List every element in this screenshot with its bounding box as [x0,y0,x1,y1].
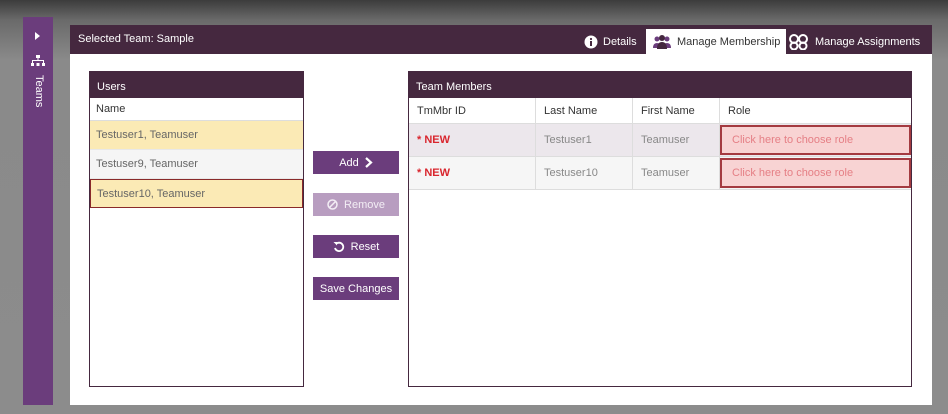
tab-manage-membership-label: Manage Membership [677,35,781,48]
list-item[interactable]: Testuser9, Teamuser [90,150,303,179]
team-icon [653,34,671,49]
manage-membership-panel: Selected Team: Sample Details Manage Mem… [70,25,932,405]
team-members-title: Team Members [409,72,911,98]
remove-button[interactable]: Remove [313,193,399,216]
selected-team-title: Selected Team: Sample [78,33,194,45]
user-name: Testuser10, Teamuser [97,187,206,200]
info-icon [584,35,598,48]
users-column-header: Name [90,98,303,121]
ban-icon [327,199,338,210]
member-first-name: Teamuser [633,124,720,156]
teams-label: Teams [33,75,45,108]
list-item[interactable]: Testuser10, Teamuser [90,179,303,208]
member-last-name: Testuser10 [536,157,633,189]
expand-arrow-icon[interactable] [35,32,40,40]
save-changes-button[interactable]: Save Changes [313,277,399,300]
tab-details-label: Details [603,35,637,48]
col-first-name: First Name [633,98,720,123]
team-members-header: TmMbr ID Last Name First Name Role [409,98,911,124]
tab-manage-assignments[interactable]: Manage Assignments [782,29,926,54]
tab-details[interactable]: Details [578,29,643,54]
panel-header: Selected Team: Sample Details Manage Mem… [70,25,932,54]
col-role: Role [728,104,751,117]
list-item[interactable]: Testuser1, Teamuser [90,121,303,150]
teams-side-tab[interactable]: Teams [23,17,53,405]
remove-button-label: Remove [344,198,385,211]
col-tmmbr-id: TmMbr ID [409,98,536,123]
save-changes-label: Save Changes [319,282,393,295]
add-button[interactable]: Add [313,151,399,174]
reset-button-label: Reset [350,240,380,253]
col-last-name: Last Name [536,98,633,123]
role-select[interactable]: Click here to choose role [720,158,911,188]
member-first-name: Teamuser [633,157,720,189]
reset-button[interactable]: Reset [313,235,399,258]
undo-icon [333,241,344,252]
assignments-icon [789,33,808,50]
user-name: Testuser9, Teamuser [96,158,198,170]
users-title: Users [90,72,303,98]
tab-manage-assignments-label: Manage Assignments [815,35,921,48]
member-id: * NEW [409,124,536,156]
users-list-box: Users Name Testuser1, Teamuser Testuser9… [89,71,304,387]
add-button-label: Add [339,156,359,169]
table-row[interactable]: * NEW Testuser1 Teamuser Click here to c… [409,124,911,157]
team-hierarchy-icon [31,55,45,66]
chevron-right-icon [365,157,373,168]
role-select[interactable]: Click here to choose role [720,125,911,155]
team-members-box: Team Members TmMbr ID Last Name First Na… [408,71,912,387]
table-row[interactable]: * NEW Testuser10 Teamuser Click here to … [409,157,911,190]
member-id: * NEW [409,157,536,189]
tab-manage-membership[interactable]: Manage Membership [646,29,787,54]
member-last-name: Testuser1 [536,124,633,156]
user-name: Testuser1, Teamuser [96,129,198,141]
